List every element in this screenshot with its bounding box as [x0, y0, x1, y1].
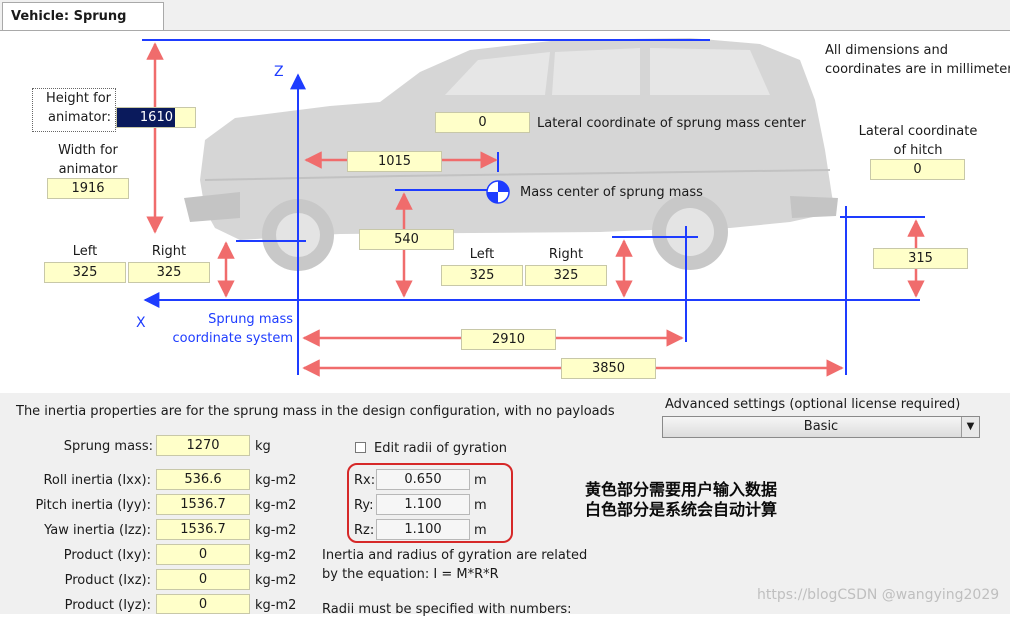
z-axis-label: Z [274, 64, 284, 80]
rear-left-label: Left [469, 247, 495, 262]
height-label-line2: animator: [48, 110, 111, 125]
hitch-height-input[interactable]: 315 [873, 248, 968, 269]
cg-height-input[interactable]: 540 [359, 229, 454, 250]
front-right-input[interactable]: 325 [128, 262, 210, 283]
height-animator-input[interactable]: 1610 [116, 107, 196, 128]
rz-label: Rz: [354, 523, 375, 538]
product-iyz-label: Product (Iyz): [64, 598, 151, 613]
rx-input[interactable]: 0.650 [376, 469, 470, 490]
advanced-settings-value: Basic [803, 419, 839, 434]
front-left-label: Left [72, 244, 98, 259]
rz-unit: m [474, 523, 487, 538]
pitch-inertia-label: Pitch inertia (Iyy): [35, 498, 151, 513]
sprung-mass-label: Sprung mass: [63, 439, 153, 454]
sprung-mass-input[interactable]: 1270 [156, 435, 250, 456]
product-ixz-label: Product (Ixz): [64, 573, 151, 588]
gyration-equation-note: Inertia and radius of gyration are relat… [322, 548, 588, 582]
radii-numbers-note: Radii must be specified with numbers: [322, 602, 572, 617]
rx-unit: m [474, 473, 487, 488]
product-ixz-input[interactable]: 0 [156, 569, 250, 590]
width-label: Width for animator [58, 143, 118, 177]
roll-inertia-unit: kg-m2 [255, 473, 297, 488]
yaw-inertia-input[interactable]: 1536.7 [156, 519, 250, 540]
yaw-inertia-unit: kg-m2 [255, 523, 297, 538]
cg-x-input[interactable]: 1015 [347, 151, 442, 172]
yaw-inertia-label: Yaw inertia (Izz): [44, 523, 151, 538]
watermark: https://blogCSDN @wangying2029 [757, 587, 1000, 603]
front-left-input[interactable]: 325 [44, 262, 126, 283]
roll-inertia-input[interactable]: 536.6 [156, 469, 250, 490]
edit-radii-checkbox[interactable] [355, 442, 366, 453]
lateral-cg-label: Lateral coordinate of sprung mass center [537, 116, 806, 131]
inertia-description: The inertia properties are for the sprun… [16, 404, 615, 419]
rear-right-input[interactable]: 325 [525, 265, 607, 286]
mass-center-label: Mass center of sprung mass [520, 185, 703, 200]
chevron-down-icon: ▼ [961, 417, 979, 437]
coordinate-system-label: Sprung mass coordinate system [172, 312, 293, 346]
hitch-lateral-label: Lateral coordinate of hitch [858, 124, 978, 158]
rx-label: Rx: [354, 473, 376, 488]
product-ixy-input[interactable]: 0 [156, 544, 250, 565]
product-iyz-unit: kg-m2 [255, 598, 297, 613]
product-ixy-label: Product (Ixy): [63, 548, 151, 563]
height-label-box: Height for animator: [32, 88, 116, 132]
pitch-inertia-input[interactable]: 1536.7 [156, 494, 250, 515]
units-note: All dimensions and coordinates are in mi… [825, 43, 1010, 77]
edit-radii-label: Edit radii of gyration [374, 441, 508, 456]
rear-right-label: Right [548, 247, 584, 262]
pitch-inertia-unit: kg-m2 [255, 498, 297, 513]
mass-center-icon [486, 180, 510, 204]
product-ixz-unit: kg-m2 [255, 573, 297, 588]
sprung-mass-unit: kg [255, 439, 271, 454]
ry-label: Ry: [354, 498, 374, 513]
front-right-label: Right [151, 244, 187, 259]
annotation-note: 黄色部分需要用户输入数据 白色部分是系统会自动计算 [585, 480, 778, 519]
ry-input[interactable]: 1.100 [376, 494, 470, 515]
product-iyz-input[interactable]: 0 [156, 594, 250, 614]
ry-unit: m [474, 498, 487, 513]
advanced-settings-label: Advanced settings (optional license requ… [665, 397, 961, 412]
rz-input[interactable]: 1.100 [376, 519, 470, 540]
hitch-lateral-input[interactable]: 0 [870, 159, 965, 180]
product-ixy-unit: kg-m2 [255, 548, 297, 563]
wheelbase-input[interactable]: 2910 [461, 329, 556, 350]
roll-inertia-label: Roll inertia (Ixx): [43, 473, 151, 488]
rear-left-input[interactable]: 325 [441, 265, 523, 286]
height-label-line1: Height for [46, 91, 111, 106]
hitch-x-input[interactable]: 3850 [561, 358, 656, 379]
width-animator-input[interactable]: 1916 [47, 178, 129, 199]
x-axis-label: X [136, 315, 146, 331]
advanced-settings-dropdown[interactable]: Basic ▼ [662, 416, 980, 438]
lateral-cg-input[interactable]: 0 [435, 112, 530, 133]
